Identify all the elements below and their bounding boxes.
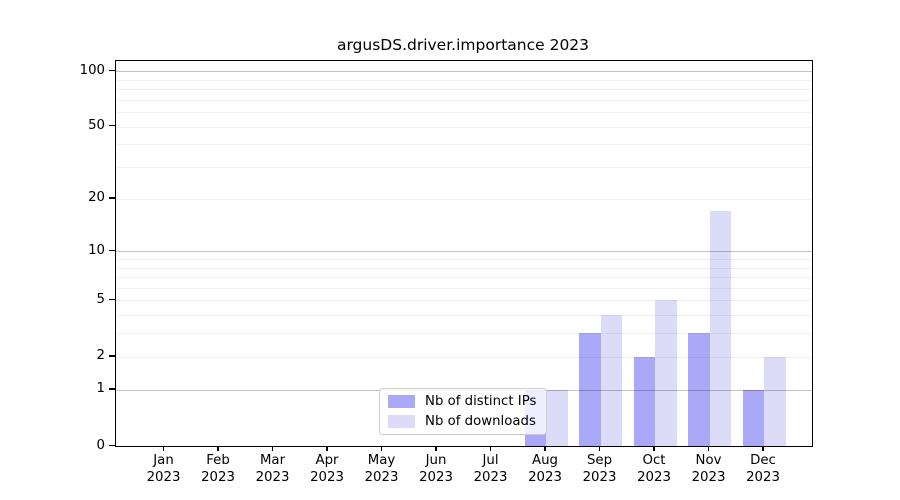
y-tick-label-5: 5 [35, 292, 105, 307]
y-tick-label-50: 50 [35, 118, 105, 133]
bar-downloads-dec [764, 357, 786, 446]
legend: Nb of distinct IPs Nb of downloads [379, 388, 547, 435]
x-tick-label-dec: Dec 2023 [731, 453, 795, 486]
bar-distinct-ips-dec [743, 390, 765, 446]
y-tick-label-1: 1 [35, 381, 105, 396]
legend-label-distinct-ips: Nb of distinct IPs [425, 395, 536, 409]
bar-downloads-oct [655, 300, 677, 446]
y-tick-2 [109, 355, 115, 356]
bar-distinct-ips-nov [688, 333, 710, 446]
x-tick-may [381, 446, 382, 451]
bar-distinct-ips-oct [634, 357, 656, 446]
x-tick-feb [217, 446, 218, 451]
x-tick-jul [490, 446, 491, 451]
legend-swatch-downloads [388, 415, 415, 428]
bar-downloads-sep [601, 315, 623, 446]
legend-label-downloads: Nb of downloads [425, 415, 536, 429]
chart-title: argusDS.driver.importance 2023 [115, 36, 811, 54]
x-tick-sep [599, 446, 600, 451]
legend-item-downloads: Nb of downloads [388, 415, 546, 429]
y-tick-20 [109, 197, 115, 198]
x-tick-apr [326, 446, 327, 451]
y-tick-1 [109, 388, 115, 389]
y-tick-label-2: 2 [35, 348, 105, 363]
y-tick-50 [109, 125, 115, 126]
x-tick-nov [708, 446, 709, 451]
legend-swatch-distinct-ips [388, 395, 415, 408]
bar-distinct-ips-sep [579, 333, 601, 446]
bar-downloads-nov [710, 211, 732, 446]
y-tick-label-0: 0 [35, 438, 105, 453]
y-tick-label-100: 100 [35, 63, 105, 78]
x-tick-mar [272, 446, 273, 451]
x-tick-jun [435, 446, 436, 451]
chart-figure: argusDS.driver.importance 2023 Nb of dis… [0, 0, 900, 500]
x-tick-jan [163, 446, 164, 451]
y-tick-10 [109, 250, 115, 251]
plot-area: Nb of distinct IPs Nb of downloads [115, 60, 813, 447]
legend-item-distinct-ips: Nb of distinct IPs [388, 395, 546, 409]
y-tick-0 [109, 445, 115, 446]
x-tick-aug [544, 446, 545, 451]
y-tick-100 [109, 70, 115, 71]
x-tick-dec [762, 446, 763, 451]
x-tick-oct [653, 446, 654, 451]
y-tick-label-10: 10 [35, 243, 105, 258]
bar-downloads-aug [546, 390, 568, 446]
y-tick-5 [109, 299, 115, 300]
y-tick-label-20: 20 [35, 190, 105, 205]
